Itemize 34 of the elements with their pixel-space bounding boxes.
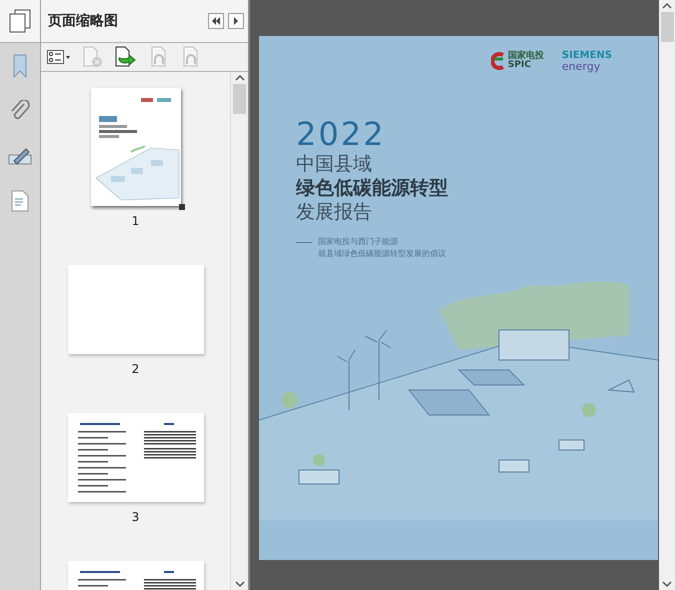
panel-title: 页面缩略图 xyxy=(48,12,119,30)
collapse-button[interactable] xyxy=(208,13,224,29)
next-button[interactable] xyxy=(228,13,244,29)
options-icon xyxy=(47,50,71,64)
right-icon xyxy=(233,17,239,25)
scroll-thumb[interactable] xyxy=(660,12,674,42)
spic-logo-icon xyxy=(490,52,505,70)
page-number: 1 xyxy=(132,214,140,228)
paperclip-icon xyxy=(10,100,30,122)
delete-page-icon xyxy=(83,46,103,68)
report-title: 中国县域 xyxy=(296,152,372,176)
page-thumbnail[interactable] xyxy=(68,413,204,502)
scroll-thumb[interactable] xyxy=(233,84,246,114)
report-subtitle: 国家电投与西门子能源 xyxy=(318,236,398,248)
scrollbar[interactable] xyxy=(659,0,675,590)
logo-text: SPIC xyxy=(508,61,532,70)
logo-text: 国家电投 xyxy=(508,52,544,61)
page-thumbnail[interactable] xyxy=(68,265,204,354)
insert-page-icon xyxy=(115,46,137,68)
scrollbar[interactable] xyxy=(230,72,248,590)
report-year: 2022 xyxy=(296,116,386,152)
pen-icon xyxy=(8,147,32,165)
page-number: 3 xyxy=(132,510,140,524)
report-subtitle: 就县域绿色低碳能源转型发展的倡议 xyxy=(318,248,446,260)
bookmark-icon xyxy=(12,54,28,78)
report-title: 发展报告 xyxy=(296,200,372,224)
double-left-icon xyxy=(211,17,221,25)
logo-text: energy xyxy=(562,60,602,72)
logo-text: SIEMENS xyxy=(562,50,612,60)
report-title: 绿色低碳能源转型 xyxy=(296,176,448,200)
document-icon xyxy=(11,190,29,212)
pages-icon[interactable] xyxy=(9,9,31,33)
resize-handle[interactable] xyxy=(178,204,184,210)
page-number: 2 xyxy=(132,362,140,376)
